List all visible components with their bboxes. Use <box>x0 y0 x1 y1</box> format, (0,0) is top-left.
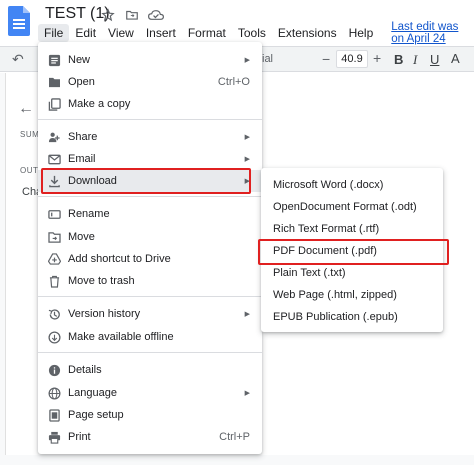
download-pdf[interactable]: PDF Document (.pdf) <box>261 240 443 262</box>
menu-item-label: Language <box>68 387 117 399</box>
download-epub[interactable]: EPUB Publication (.epub) <box>261 306 443 328</box>
copy-icon <box>40 97 68 111</box>
move-folder-icon[interactable] <box>124 7 140 23</box>
menu-item-label: Share <box>68 131 98 143</box>
text-color-button[interactable]: A <box>451 51 460 66</box>
file-menu: New ▶ Open Ctrl+O Make a copy Share ▶ Em… <box>38 42 262 454</box>
font-family-select[interactable]: ial <box>262 53 273 65</box>
menu-divider <box>38 352 262 353</box>
new-doc-icon <box>40 54 68 67</box>
move-icon <box>40 231 68 243</box>
menu-item-label: Make a copy <box>68 98 131 110</box>
menu-divider <box>38 296 262 297</box>
info-icon <box>40 364 68 377</box>
menu-item-make-available-offline[interactable]: Make available offline <box>38 326 262 348</box>
download-submenu: Microsoft Word (.docx) OpenDocument Form… <box>261 168 443 332</box>
offline-icon <box>40 330 68 344</box>
menu-divider <box>38 119 262 120</box>
share-icon <box>40 131 68 144</box>
menubar: File Edit View Insert Format Tools Exten… <box>38 21 474 45</box>
back-arrow-icon[interactable]: ← <box>18 100 34 118</box>
menu-item-label: Print <box>68 431 91 443</box>
menu-insert[interactable]: Insert <box>140 24 182 42</box>
outline-summary-heading: SUM <box>20 130 40 139</box>
download-docx[interactable]: Microsoft Word (.docx) <box>261 174 443 196</box>
vertical-ruler <box>0 73 6 465</box>
menu-item-share[interactable]: Share ▶ <box>38 126 262 148</box>
menu-item-move-to-trash[interactable]: Move to trash <box>38 270 262 292</box>
menu-item-version-history[interactable]: Version history ▶ <box>38 303 262 325</box>
menu-item-rename[interactable]: Rename <box>38 203 262 225</box>
globe-icon <box>40 387 68 400</box>
menu-item-language[interactable]: Language ▶ <box>38 382 262 404</box>
history-icon <box>40 308 68 321</box>
submenu-arrow-icon: ▶ <box>244 311 250 318</box>
title-icons <box>100 7 164 23</box>
menu-item-label: Rename <box>68 208 110 220</box>
print-icon <box>40 431 68 444</box>
menu-item-move[interactable]: Move <box>38 226 262 248</box>
menu-format[interactable]: Format <box>182 24 232 42</box>
menu-item-open[interactable]: Open Ctrl+O <box>38 71 262 93</box>
submenu-arrow-icon: ▶ <box>244 156 250 163</box>
menu-item-label: Download <box>68 175 117 187</box>
menu-item-label: Page setup <box>68 409 124 421</box>
submenu-arrow-icon: ▶ <box>244 57 250 64</box>
trash-icon <box>40 275 68 288</box>
shortcut-label: Ctrl+P <box>219 431 250 443</box>
font-size-input[interactable]: 40.9 <box>336 50 368 68</box>
decrease-font-size-button[interactable]: − <box>322 51 330 67</box>
italic-button[interactable]: I <box>413 52 417 68</box>
menu-item-details[interactable]: Details <box>38 359 262 381</box>
cloud-status-icon[interactable] <box>148 7 164 23</box>
menu-item-label: Email <box>68 153 96 165</box>
menu-file[interactable]: File <box>38 24 70 42</box>
menu-extensions[interactable]: Extensions <box>272 24 343 42</box>
menu-item-add-shortcut[interactable]: Add shortcut to Drive <box>38 248 262 270</box>
drive-shortcut-icon <box>40 253 68 265</box>
menu-tools[interactable]: Tools <box>232 24 272 42</box>
bottom-strip <box>0 455 474 465</box>
menu-item-download[interactable]: Download ▶ <box>38 170 262 192</box>
underline-button[interactable]: U <box>430 52 439 67</box>
download-icon <box>40 175 68 188</box>
menu-item-label: Move <box>68 231 95 243</box>
star-icon[interactable] <box>100 7 116 23</box>
menu-item-label: Details <box>68 364 102 376</box>
page-setup-icon <box>40 408 68 422</box>
menu-item-label: New <box>68 54 91 66</box>
menu-item-label: Version history <box>68 308 141 320</box>
menu-item-label: Add shortcut to Drive <box>68 253 171 265</box>
menu-item-label: Make available offline <box>68 331 174 343</box>
menu-edit[interactable]: Edit <box>69 24 102 42</box>
download-html[interactable]: Web Page (.html, zipped) <box>261 284 443 306</box>
docs-logo-icon[interactable] <box>8 6 30 36</box>
menu-divider <box>38 196 262 197</box>
submenu-arrow-icon: ▶ <box>244 134 250 141</box>
last-edit-link[interactable]: Last edit was on April 24 <box>391 21 474 45</box>
bold-button[interactable]: B <box>394 52 403 67</box>
shortcut-label: Ctrl+O <box>217 76 250 88</box>
download-odt[interactable]: OpenDocument Format (.odt) <box>261 196 443 218</box>
submenu-arrow-icon: ▶ <box>244 178 250 185</box>
menu-item-make-a-copy[interactable]: Make a copy <box>38 93 262 115</box>
menu-item-new[interactable]: New ▶ <box>38 49 262 71</box>
email-icon <box>40 154 68 165</box>
folder-icon <box>40 77 68 88</box>
menu-item-page-setup[interactable]: Page setup <box>38 404 262 426</box>
menu-item-label: Open <box>68 76 95 88</box>
menu-item-email[interactable]: Email ▶ <box>38 148 262 170</box>
rename-icon <box>40 208 68 221</box>
menu-item-label: Move to trash <box>68 275 135 287</box>
submenu-arrow-icon: ▶ <box>244 390 250 397</box>
menu-item-print[interactable]: Print Ctrl+P <box>38 426 262 448</box>
menu-help[interactable]: Help <box>343 24 380 42</box>
undo-icon[interactable]: ↶ <box>12 51 24 68</box>
menu-view[interactable]: View <box>102 24 140 42</box>
increase-font-size-button[interactable]: + <box>373 50 381 66</box>
download-txt[interactable]: Plain Text (.txt) <box>261 262 443 284</box>
download-rtf[interactable]: Rich Text Format (.rtf) <box>261 218 443 240</box>
